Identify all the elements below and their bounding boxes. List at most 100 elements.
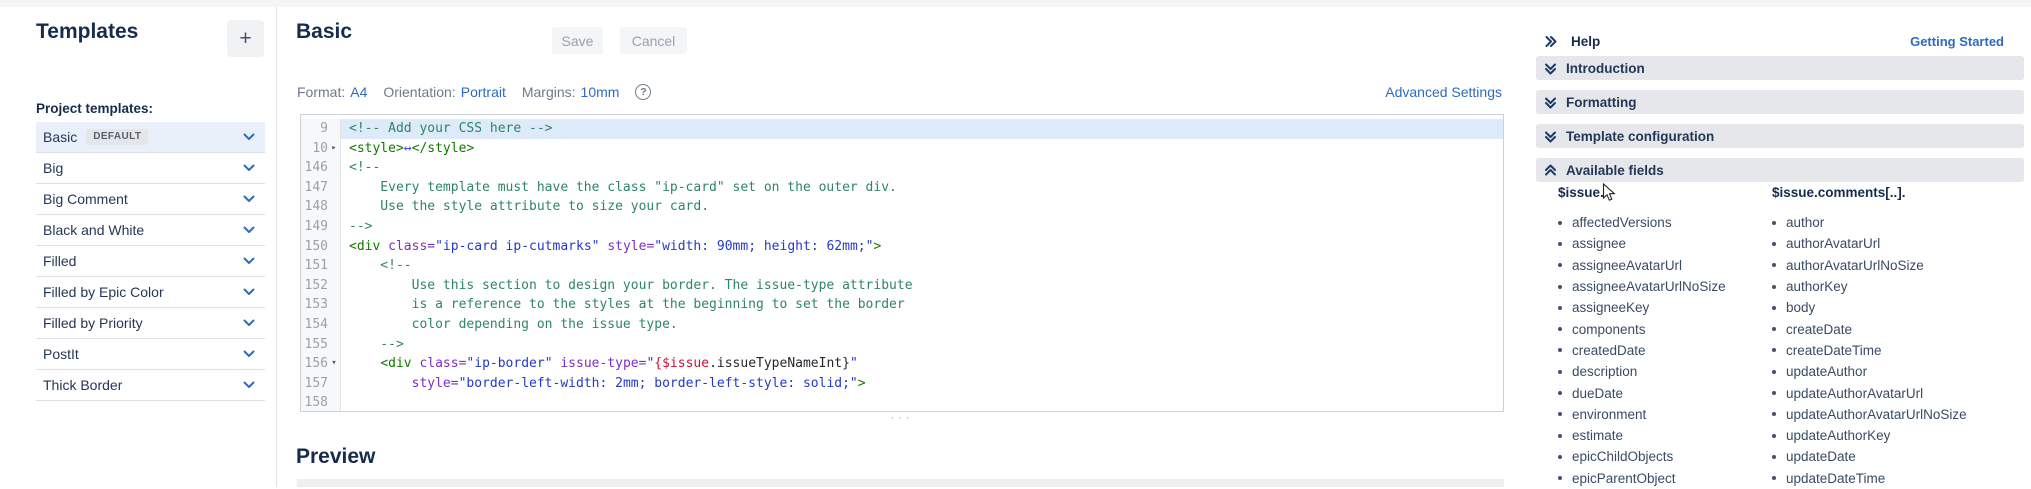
template-list: BasicDEFAULTBigBig Comment Black and Whit… (36, 122, 265, 401)
line-number: 146 (301, 158, 341, 178)
field-item-updatedate: updateDate (1772, 446, 1967, 467)
template-title: Basic (296, 20, 352, 44)
code-line-content[interactable]: color depending on the issue type. (341, 315, 1503, 335)
code-line-158[interactable]: 158 (301, 393, 1503, 412)
line-number: 149 (301, 217, 341, 237)
sidebar-item-big-comment[interactable]: Big Comment (36, 184, 265, 215)
code-line-154[interactable]: 154 color depending on the issue type. (301, 315, 1503, 335)
help-section-label: Introduction (1566, 61, 1645, 76)
code-line-content[interactable]: is a reference to the styles at the begi… (341, 295, 1503, 315)
chevron-down-icon[interactable] (243, 133, 255, 141)
code-line-content[interactable]: Use the style attribute to size your car… (341, 197, 1503, 217)
advanced-settings-link[interactable]: Advanced Settings (1385, 84, 1502, 100)
chevron-down-icon[interactable] (243, 164, 255, 172)
chevron-down-icon[interactable] (243, 257, 255, 265)
code-line-content[interactable]: <!-- Add your CSS here --> (341, 119, 1503, 139)
template-label: Black and White (43, 222, 144, 238)
save-button[interactable]: Save (552, 27, 603, 54)
code-line-content[interactable]: style="border-left-width: 2mm; border-le… (341, 374, 1503, 394)
field-item-epicchildobjects: epicChildObjects (1558, 446, 1726, 467)
help-section-introduction[interactable]: Introduction (1536, 56, 2024, 80)
setting-value-link[interactable]: Portrait (461, 84, 506, 100)
format-settings-row: Format:A4Orientation:PortraitMargins:10m… (297, 83, 651, 101)
page-top-strip (0, 0, 2031, 7)
code-line-151[interactable]: 151 <!-- (301, 256, 1503, 276)
chevron-down-icon[interactable] (243, 381, 255, 389)
setting-orientation: Orientation:Portrait (383, 84, 506, 100)
code-line-149[interactable]: 149--> (301, 217, 1503, 237)
code-line-157[interactable]: 157 style="border-left-width: 2mm; borde… (301, 374, 1503, 394)
field-item-createddate: createdDate (1558, 340, 1726, 361)
chevron-down-icon[interactable] (243, 319, 255, 327)
chevron-down-icon[interactable] (243, 350, 255, 358)
help-section-template-configuration[interactable]: Template configuration (1536, 124, 2024, 148)
getting-started-link[interactable]: Getting Started (1910, 34, 2004, 49)
sidebar-item-basic[interactable]: BasicDEFAULT (36, 122, 265, 153)
code-line-content[interactable]: <div class="ip-border" issue-type="{$iss… (341, 354, 1503, 374)
field-item-updateauthoravatarurl: updateAuthorAvatarUrl (1772, 382, 1967, 403)
sidebar-item-filled[interactable]: Filled (36, 246, 265, 277)
code-line-content[interactable] (341, 393, 1503, 412)
sidebar-item-filled-by-epic-color[interactable]: Filled by Epic Color (36, 277, 265, 308)
line-number: 154 (301, 315, 341, 335)
sidebar-item-black-and-white[interactable]: Black and White (36, 215, 265, 246)
sidebar-item-filled-by-priority[interactable]: Filled by Priority (36, 308, 265, 339)
add-template-button[interactable]: + (227, 20, 264, 57)
code-line-147[interactable]: 147 Every template must have the class "… (301, 178, 1503, 198)
double-chevron-right-icon[interactable] (1544, 35, 1557, 48)
field-item-authoravatarurl: authorAvatarUrl (1772, 233, 1967, 254)
mouse-cursor (1602, 183, 1617, 202)
chevron-down-icon[interactable] (243, 226, 255, 234)
sidebar-item-big[interactable]: Big (36, 153, 265, 184)
templates-panel-title: Templates (36, 20, 138, 44)
field-item-assigneeavatarurl: assigneeAvatarUrl (1558, 255, 1726, 276)
line-number: 147 (301, 178, 341, 198)
setting-value-link[interactable]: A4 (350, 84, 367, 100)
code-line-content[interactable]: --> (341, 335, 1503, 355)
default-badge: DEFAULT (86, 129, 148, 145)
sidebar-item-thick-border[interactable]: Thick Border (36, 370, 265, 401)
code-line-152[interactable]: 152 Use this section to design your bord… (301, 276, 1503, 296)
cancel-button[interactable]: Cancel (620, 27, 687, 54)
sidebar-divider (276, 7, 277, 487)
field-item-author: author (1772, 212, 1967, 233)
editor-resize-handle[interactable]: ··· (860, 412, 944, 424)
question-mark-icon[interactable]: ? (635, 84, 651, 100)
preview-area-top (297, 479, 1504, 487)
code-line-153[interactable]: 153 is a reference to the styles at the … (301, 295, 1503, 315)
fold-collapsed-icon[interactable]: ▸ (329, 139, 339, 159)
field-item-updateauthoravatarurlnosize: updateAuthorAvatarUrlNoSize (1772, 404, 1967, 425)
template-label: Thick Border (43, 377, 122, 393)
code-line-146[interactable]: 146<!-- (301, 158, 1503, 178)
code-line-10[interactable]: 10▸<style>↔</style> (301, 139, 1503, 159)
code-line-150[interactable]: 150<div class="ip-card ip-cutmarks" styl… (301, 237, 1503, 257)
code-line-148[interactable]: 148 Use the style attribute to size your… (301, 197, 1503, 217)
plus-icon: + (239, 27, 251, 51)
line-number: 10▸ (301, 139, 341, 159)
code-line-content[interactable]: Every template must have the class "ip-c… (341, 178, 1503, 198)
field-item-authoravatarurlnosize: authorAvatarUrlNoSize (1772, 255, 1967, 276)
help-section-label: Template configuration (1566, 129, 1714, 144)
code-line-content[interactable]: --> (341, 217, 1503, 237)
double-chevron-down-icon (1544, 96, 1557, 109)
code-line-content[interactable]: <!-- (341, 158, 1503, 178)
code-line-content[interactable]: <!-- (341, 256, 1503, 276)
code-line-9[interactable]: 9<!-- Add your CSS here --> (301, 119, 1503, 139)
code-editor[interactable]: 9<!-- Add your CSS here -->10▸<style>↔</… (300, 114, 1504, 412)
code-line-content[interactable]: <style>↔</style> (341, 139, 1503, 159)
help-section-formatting[interactable]: Formatting (1536, 90, 2024, 114)
code-line-content[interactable]: <div class="ip-card ip-cutmarks" style="… (341, 237, 1503, 257)
fold-expanded-icon[interactable]: ▾ (329, 354, 339, 374)
setting-label: Format: (297, 84, 345, 100)
code-line-content[interactable]: Use this section to design your border. … (341, 276, 1503, 296)
code-line-156[interactable]: 156▾ <div class="ip-border" issue-type="… (301, 354, 1503, 374)
chevron-down-icon[interactable] (243, 195, 255, 203)
setting-value-link[interactable]: 10mm (581, 84, 620, 100)
chevron-down-icon[interactable] (243, 288, 255, 296)
help-section-available-fields[interactable]: Available fields (1536, 158, 2024, 182)
sidebar-item-postit[interactable]: PostIt (36, 339, 265, 370)
field-item-assignee: assignee (1558, 233, 1726, 254)
code-line-155[interactable]: 155 --> (301, 335, 1503, 355)
template-label: Filled (43, 253, 76, 269)
template-label: Filled by Priority (43, 315, 143, 331)
